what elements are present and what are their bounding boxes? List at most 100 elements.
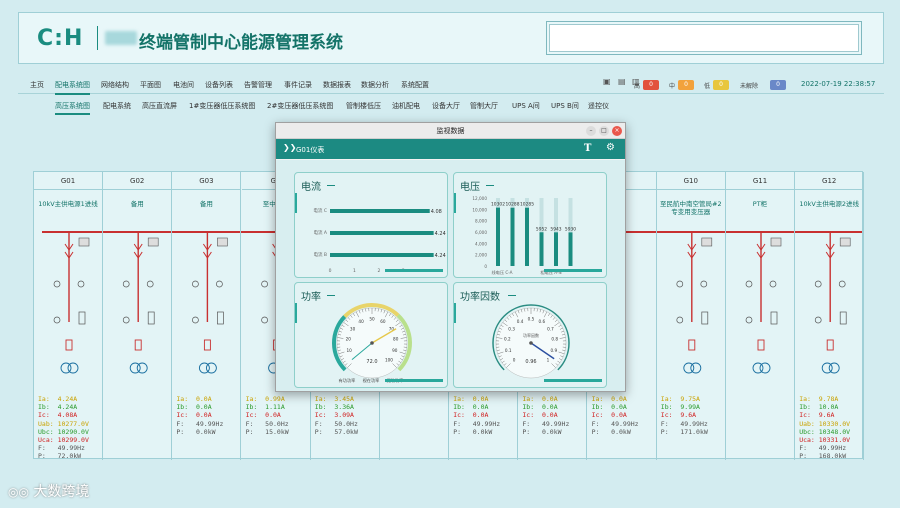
reading-label: Ia:: [591, 395, 612, 403]
gauge-label: 30: [350, 326, 356, 331]
subnav-item[interactable]: 配电系统: [103, 101, 131, 111]
reading-row: F: 49.99Hz: [661, 420, 708, 428]
mute-icon[interactable]: ▣: [603, 77, 611, 86]
voltage-value-label: 5943: [550, 226, 561, 232]
gear-icon[interactable]: ⚙: [606, 142, 615, 153]
voltage-value-label: 10288: [506, 202, 520, 208]
nav-item[interactable]: 平面图: [140, 80, 161, 90]
reading-row: Ic: 0.0A: [246, 411, 289, 419]
cabinet-id: G12: [795, 172, 864, 190]
cabinet-id: G10: [656, 172, 725, 190]
current-bar-label: 电流 A: [313, 229, 327, 236]
subnav-item[interactable]: 1#变压器低压系统图: [189, 101, 255, 111]
screen-icon[interactable]: ▤: [618, 77, 626, 86]
reading-value: 4.08A: [57, 411, 78, 420]
reading-row: Ib: 0.0A: [176, 403, 223, 411]
alarm-mid-badge[interactable]: 0: [678, 80, 694, 90]
cabinet-column[interactable]: G02 备用: [103, 172, 173, 460]
nav-item[interactable]: 网络结构: [101, 80, 129, 90]
nav-item[interactable]: 事件记录: [284, 80, 312, 90]
nav-item[interactable]: 设备列表: [205, 80, 233, 90]
logo-divider: [97, 26, 98, 50]
alarm-high-badge[interactable]: 0: [643, 80, 659, 90]
reading-value: 9.78A: [818, 395, 839, 403]
reading-value: 72.0kW: [57, 452, 82, 461]
reading-value: 49.99Hz: [611, 419, 639, 428]
reading-label: Ic:: [660, 411, 681, 420]
text-format-icon[interactable]: T: [584, 143, 591, 154]
maximize-button[interactable]: □: [599, 126, 609, 136]
gauge-label: 0.4: [517, 319, 524, 324]
subnav-item[interactable]: 管制楼低压: [346, 101, 381, 111]
panel-footer-bar: [544, 269, 602, 272]
current-bar-label: 电流 B: [313, 251, 327, 258]
reading-label: Ib:: [314, 403, 335, 412]
reading-value: 3.36A: [334, 403, 354, 412]
current-value-label: 4.24: [435, 253, 446, 259]
reading-row: Ic: 0.0A: [522, 411, 569, 419]
nav-item[interactable]: 系统配置: [401, 80, 429, 90]
subnav-item[interactable]: 2#变压器低压系统图: [267, 101, 333, 111]
reading-label: P:: [176, 427, 196, 436]
subnav-item[interactable]: 高压系统图: [55, 101, 90, 115]
subnav-item[interactable]: 油机配电: [392, 101, 420, 111]
nav-item[interactable]: 电池间: [173, 80, 194, 90]
subnav-item[interactable]: 遥控仪: [588, 101, 609, 111]
reading-label: Uca:: [38, 436, 58, 445]
reading-value: 10290.0V: [57, 427, 89, 436]
reading-row: Ib: 0.0A: [453, 403, 500, 411]
cabinet-column[interactable]: G12 10kV主供电源2进线 Ia: 9.78A Ib: 10.0A Ic: 9.6A…: [795, 172, 865, 460]
voltage-ytick: 6,000: [475, 230, 487, 235]
cabinet-column[interactable]: G01 10kV主供电源1进线 Ia: 4.24A Ib: 4.24A Ic: 4.08…: [34, 172, 103, 460]
instrument-title: G01仪表: [296, 146, 325, 154]
reading-row: P: 0.0kW: [453, 428, 500, 436]
voltage-value-label: 5930: [565, 226, 576, 232]
reading-row: F: 49.99Hz: [799, 444, 850, 452]
reading-value: 10277.0V: [57, 419, 89, 428]
reading-label: F:: [245, 419, 266, 428]
cabinet-name: 至民航中南空管局#2专变用变压器: [660, 200, 722, 216]
alarm-unresolved-badge[interactable]: 0: [770, 80, 786, 90]
chevron-right-icon: ❯❯: [283, 143, 297, 152]
nav-item[interactable]: 告警管理: [244, 80, 272, 90]
reading-label: Ubc:: [38, 427, 58, 436]
subnav-item[interactable]: 设备大厅: [432, 101, 460, 111]
gauge-label: 50: [369, 317, 375, 322]
reading-row: Ubc: 10348.0V: [799, 428, 850, 436]
cabinet-column[interactable]: G10 至民航中南空管局#2专变用变压器 Ia: 9.75A Ib: 9.99A Ic:…: [656, 172, 726, 460]
subnav-item[interactable]: UPS A间: [512, 101, 540, 111]
reading-row: P: 57.0kW: [315, 428, 358, 436]
reading-value: 49.99Hz: [472, 419, 501, 428]
reading-value: 0.0A: [541, 395, 558, 403]
reading-label: Ib:: [799, 403, 819, 412]
close-button[interactable]: ×: [612, 126, 622, 136]
reading-row: F: 49.99Hz: [176, 420, 223, 428]
subnav-item[interactable]: UPS B间: [551, 101, 579, 111]
voltage-bar: [539, 232, 544, 266]
watermark-logo-icon: ◎◎: [8, 485, 29, 499]
nav-item[interactable]: 主页: [30, 80, 44, 90]
reading-label: P:: [522, 427, 542, 436]
voltage-ytick: 12,000: [472, 196, 487, 201]
alarm-low-badge[interactable]: 0: [713, 80, 729, 90]
minimize-button[interactable]: –: [586, 126, 596, 136]
nav-item[interactable]: 数据分析: [361, 80, 389, 90]
current-tick: 1: [353, 268, 356, 274]
nav-item[interactable]: 数据报表: [323, 80, 351, 90]
subnav-item[interactable]: 高压直流屏: [142, 101, 177, 111]
subnav-item[interactable]: 管制大厅: [470, 101, 498, 111]
reading-row: Ic: 4.08A: [38, 411, 89, 419]
cabinet-column[interactable]: G03 备用 Ia: 0.0A Ib: 0.0A Ic: 0.0A F: 49.99Hz P…: [172, 172, 242, 460]
reading-label: P:: [245, 427, 266, 436]
reading-value: 0.0A: [195, 403, 212, 412]
reading-value: 57.0kW: [334, 427, 358, 436]
nav-item[interactable]: 配电系统图: [55, 80, 90, 95]
reading-row: Uca: 10299.0V: [38, 436, 89, 444]
gauge-label: 0.1: [505, 348, 512, 353]
alarm-mid-label: 中: [669, 83, 676, 90]
reading-label: Ia:: [660, 395, 681, 403]
reading-label: Ib:: [591, 403, 612, 412]
reading-label: Ic:: [176, 411, 196, 420]
cabinet-column[interactable]: G11 PT柜: [726, 172, 795, 460]
gauge-label: 90: [392, 348, 398, 353]
